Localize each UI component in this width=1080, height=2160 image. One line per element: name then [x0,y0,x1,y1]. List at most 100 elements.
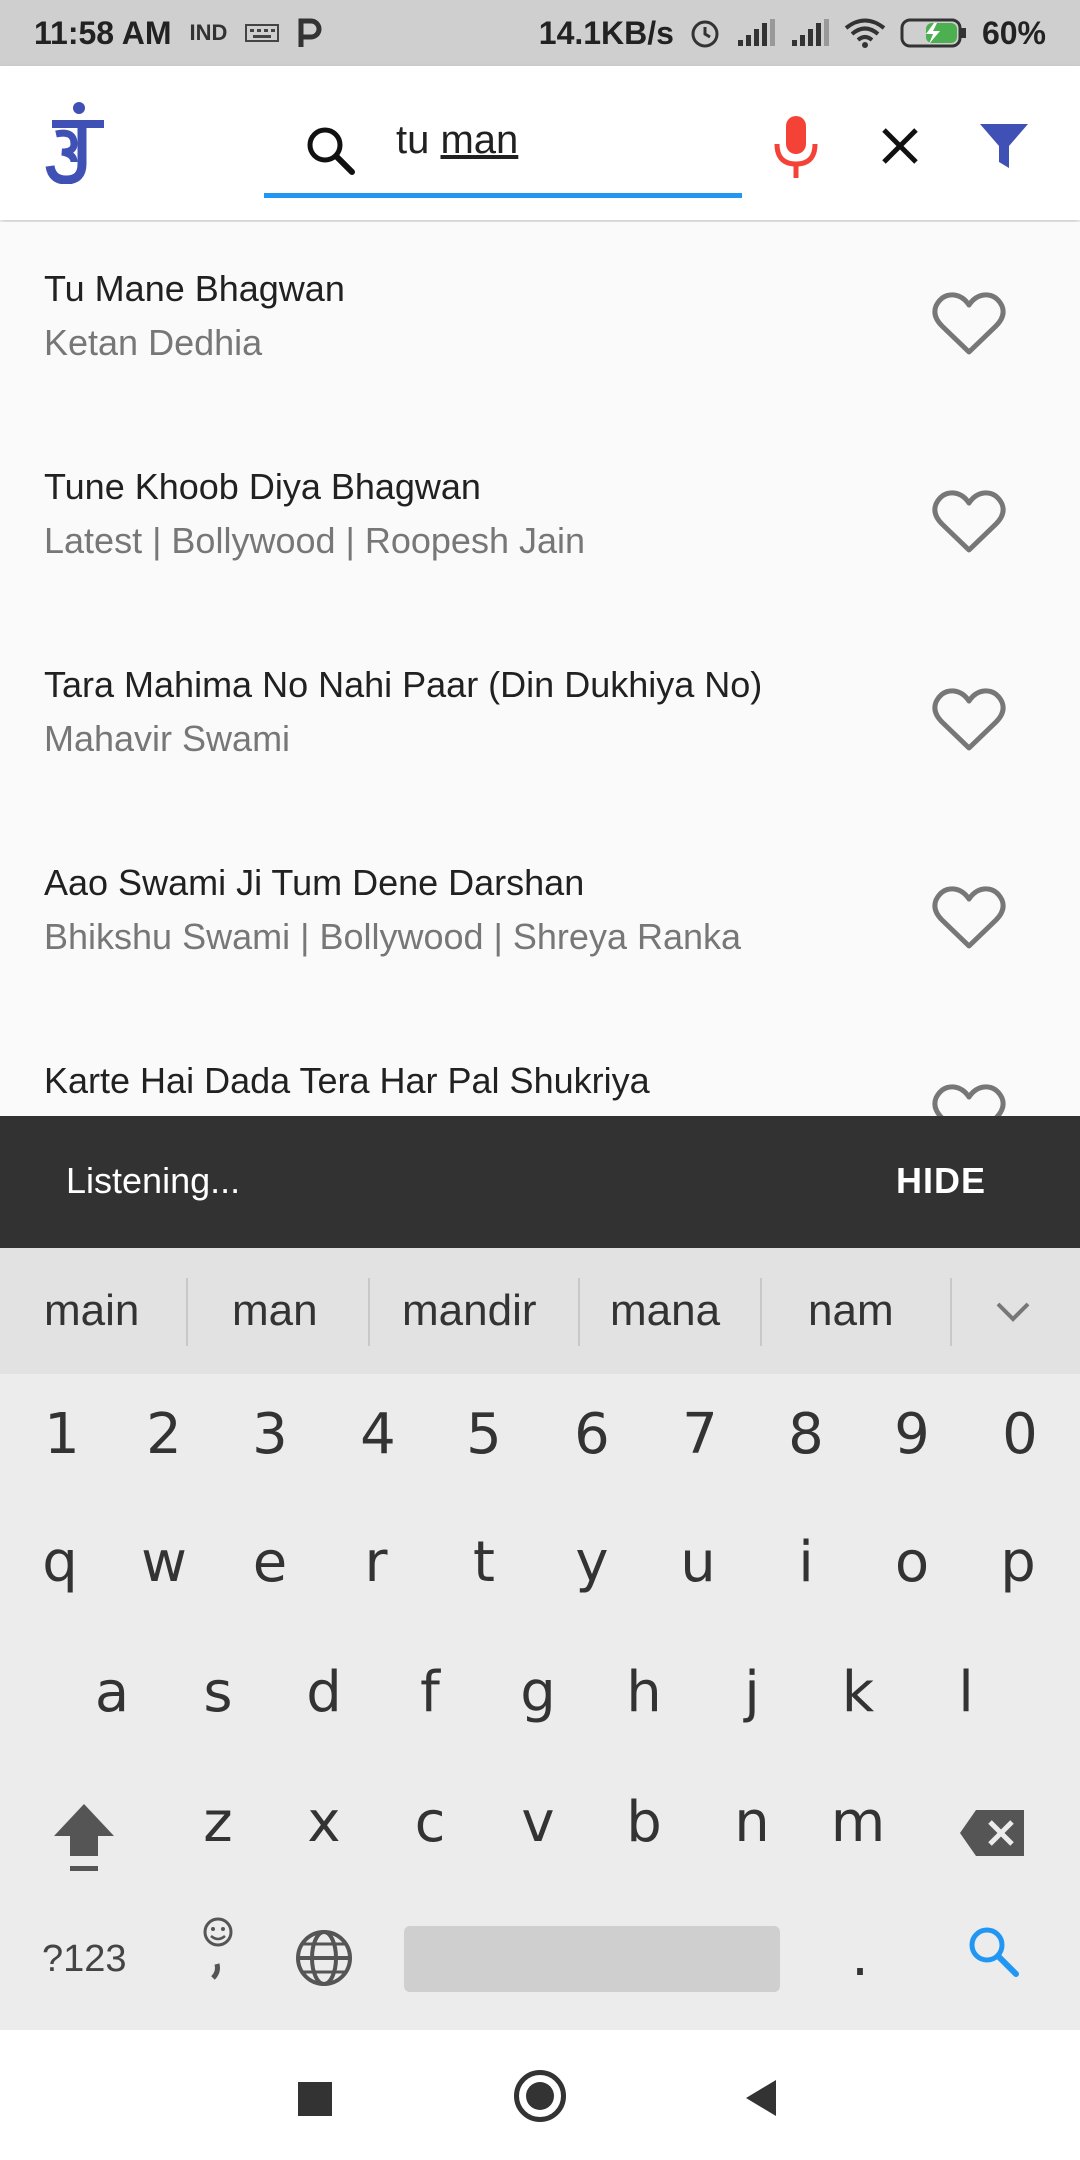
key-t[interactable]: t [444,1530,524,1595]
app-logo [44,100,114,185]
search-field[interactable]: tu man [264,94,742,198]
key-d[interactable]: d [284,1660,364,1725]
song-row[interactable]: Tara Mahima No Nahi Paar (Din Dukhiya No… [0,618,1080,816]
key-m[interactable]: m [818,1790,898,1855]
globe-icon[interactable] [294,1928,354,1993]
search-action-icon[interactable] [966,1924,1020,1983]
system-nav-bar [0,2030,1080,2160]
suggestion-divider [186,1278,188,1346]
suggestion-item[interactable]: mana [610,1286,720,1336]
key-4[interactable]: 4 [338,1402,418,1467]
key-7[interactable]: 7 [660,1402,740,1467]
key-a[interactable]: a [72,1660,152,1725]
suggestion-strip: main man mandir mana nam [0,1248,1080,1374]
battery-percent: 60% [981,14,1046,51]
key-f[interactable]: f [390,1660,470,1725]
key-9[interactable]: 9 [872,1402,952,1467]
suggestion-item[interactable]: nam [808,1286,894,1336]
key-3[interactable]: 3 [230,1402,310,1467]
suggestion-divider [578,1278,580,1346]
signal-icon-1 [736,18,776,48]
favorite-heart-icon[interactable] [932,1084,1006,1118]
suggestion-item[interactable]: mandir [402,1286,537,1336]
key-h[interactable]: h [604,1660,684,1725]
key-5[interactable]: 5 [444,1402,524,1467]
space-bar[interactable] [404,1926,780,1992]
key-o[interactable]: o [872,1530,952,1595]
key-x[interactable]: x [284,1790,364,1855]
favorite-heart-icon[interactable] [932,490,1006,556]
suggestion-item[interactable]: main [44,1286,139,1336]
key-u[interactable]: u [658,1530,738,1595]
paytm-notification-icon [297,17,323,49]
key-i[interactable]: i [766,1530,846,1595]
song-row[interactable]: Karte Hai Dada Tera Har Pal Shukriya [0,1014,1080,1118]
song-subtitle: Bhikshu Swami | Bollywood | Shreya Ranka [44,916,742,957]
suggestion-divider [368,1278,370,1346]
key-e[interactable]: e [230,1530,310,1595]
song-row[interactable]: Tu Mane Bhagwan Ketan Dedhia [0,222,1080,420]
song-title: Karte Hai Dada Tera Har Pal Shukriya [44,1060,650,1101]
status-time: 11:58 AM [34,14,172,51]
back-icon[interactable] [742,2078,780,2123]
status-bar: 11:58 AM IND 14.1KB/s 60% [0,0,1080,66]
song-title: Tu Mane Bhagwan [44,268,345,309]
key-6[interactable]: 6 [552,1402,632,1467]
song-subtitle: Mahavir Swami [44,718,291,759]
song-row[interactable]: Tune Khoob Diya Bhagwan Latest | Bollywo… [0,420,1080,618]
favorite-heart-icon[interactable] [932,688,1006,754]
home-icon[interactable] [514,2070,566,2122]
key-c[interactable]: c [390,1790,470,1855]
emoji-key-icon[interactable] [200,1916,236,1991]
suggestion-divider [950,1278,952,1346]
shift-key-icon[interactable] [50,1800,118,1879]
app-bar: tu man [0,66,1080,220]
backspace-icon[interactable] [958,1808,1028,1863]
key-2[interactable]: 2 [124,1402,204,1467]
filter-icon[interactable] [976,118,1032,174]
key-z[interactable]: z [178,1790,258,1855]
key-0[interactable]: 0 [980,1402,1060,1467]
period-key[interactable]: . [820,1924,900,1989]
search-input[interactable]: tu man [396,118,518,163]
mic-icon[interactable] [772,114,820,182]
key-p[interactable]: p [978,1530,1058,1595]
recents-icon[interactable] [298,2082,332,2116]
key-g[interactable]: g [498,1660,578,1725]
search-icon [304,124,356,176]
song-row[interactable]: Aao Swami Ji Tum Dene Darshan Bhikshu Sw… [0,816,1080,1014]
favorite-heart-icon[interactable] [932,292,1006,358]
key-b[interactable]: b [604,1790,684,1855]
symbols-key[interactable]: ?123 [42,1938,127,1981]
key-w[interactable]: w [124,1530,204,1595]
song-title: Tara Mahima No Nahi Paar (Din Dukhiya No… [44,664,763,705]
key-k[interactable]: k [818,1660,898,1725]
carrier-label: IND [189,20,228,45]
key-q[interactable]: q [20,1530,100,1595]
clear-search-icon[interactable] [878,124,922,168]
soft-keyboard: main man mandir mana nam 1 2 3 4 5 6 7 8… [0,1248,1080,2030]
key-n[interactable]: n [712,1790,792,1855]
key-y[interactable]: y [552,1530,632,1595]
key-8[interactable]: 8 [766,1402,846,1467]
key-v[interactable]: v [498,1790,578,1855]
snackbar-message: Listening... [66,1160,241,1201]
key-r[interactable]: r [336,1530,416,1595]
song-list: Tu Mane Bhagwan Ketan Dedhia Tune Khoob … [0,222,1080,1118]
network-speed: 14.1KB/s [538,14,674,51]
key-1[interactable]: 1 [22,1402,102,1467]
song-title: Tune Khoob Diya Bhagwan [44,466,481,507]
key-j[interactable]: j [712,1660,792,1725]
alarm-icon [688,16,722,50]
key-l[interactable]: l [926,1660,1006,1725]
song-title: Aao Swami Ji Tum Dene Darshan [44,862,585,903]
chevron-down-icon[interactable] [994,1292,1032,1330]
favorite-heart-icon[interactable] [932,886,1006,952]
song-subtitle: Ketan Dedhia [44,322,263,363]
hide-button[interactable]: HIDE [896,1160,986,1202]
signal-icon-2 [790,18,830,48]
key-s[interactable]: s [178,1660,258,1725]
suggestion-item[interactable]: man [232,1286,318,1336]
wifi-icon [844,17,886,49]
suggestion-divider [760,1278,762,1346]
